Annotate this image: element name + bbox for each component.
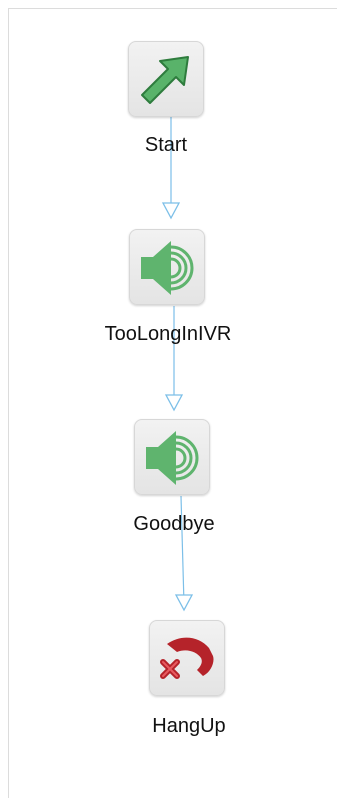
- node-label-toolonginivr[interactable]: TooLongInIVR: [105, 322, 232, 346]
- speaker-icon: [146, 431, 199, 485]
- arrow-up-right-icon: [141, 56, 189, 104]
- hangup-phone-icon: [160, 637, 214, 679]
- speaker-icon: [141, 241, 194, 295]
- start-node[interactable]: [128, 41, 204, 117]
- play-prompt-node-goodbye[interactable]: [134, 419, 210, 495]
- hangup-node[interactable]: [149, 620, 225, 696]
- node-label-start[interactable]: Start: [145, 133, 187, 157]
- node-label-goodbye[interactable]: Goodbye: [133, 512, 214, 536]
- play-prompt-node-toolonginivr[interactable]: [129, 229, 205, 305]
- node-label-hangup[interactable]: HangUp: [152, 714, 225, 738]
